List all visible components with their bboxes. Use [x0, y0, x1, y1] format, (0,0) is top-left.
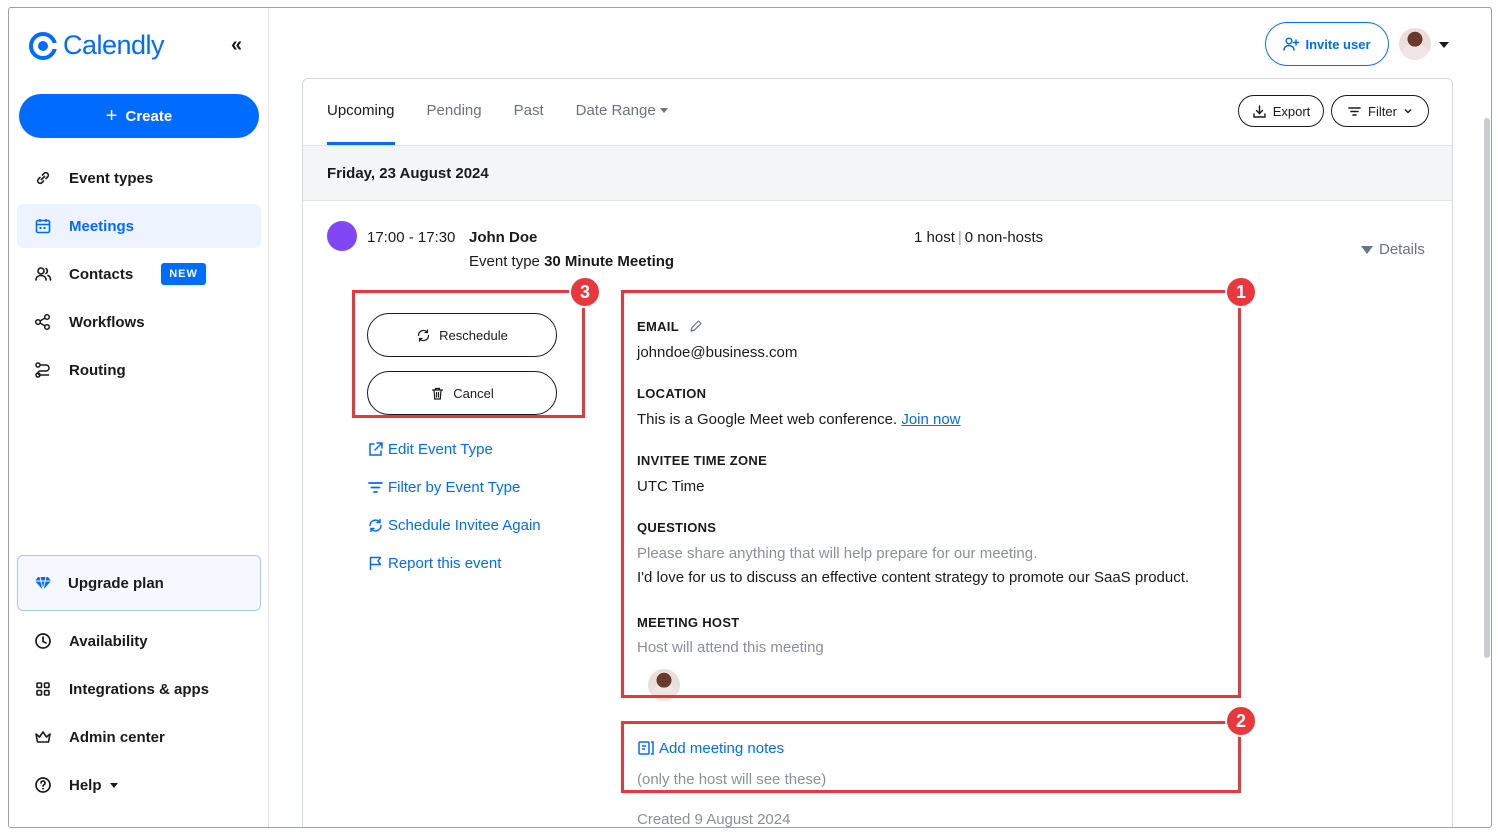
details-label: Details	[1379, 241, 1425, 258]
sidebar-item-label: Integrations & apps	[69, 680, 210, 698]
annotation-badge-2: 2	[1225, 705, 1257, 737]
report-event-link[interactable]: Report this event	[367, 555, 501, 572]
tab-label: Date Range	[575, 102, 656, 119]
sidebar-item-label: Admin center	[69, 728, 165, 746]
invitee-name: John Doe	[469, 229, 538, 246]
edit-event-type-link[interactable]: Edit Event Type	[367, 441, 493, 458]
tab-date-range[interactable]: Date Range	[576, 79, 668, 145]
event-type: Event type 30 Minute Meeting	[469, 253, 674, 270]
caret-down-icon	[659, 108, 668, 113]
page-scrollbar[interactable]	[1484, 118, 1490, 658]
chevron-down-icon	[1404, 109, 1412, 114]
calendly-logo[interactable]: Calendly	[29, 30, 165, 61]
link-label: Schedule Invitee Again	[388, 517, 541, 534]
new-badge: NEW	[161, 263, 206, 285]
event-type-name: 30 Minute Meeting	[544, 253, 675, 270]
account-menu-chevron-icon[interactable]	[1439, 42, 1449, 48]
app-window: Calendly « + Create Event types Meetings…	[8, 7, 1492, 828]
annotation-box-3	[352, 290, 585, 418]
sidebar-item-label: Contacts	[69, 265, 134, 283]
upgrade-plan-button[interactable]: Upgrade plan	[17, 555, 261, 611]
workflow-icon	[33, 312, 53, 332]
sidebar-item-label: Availability	[69, 632, 148, 650]
sidebar-item-label: Help	[69, 776, 102, 794]
tab-upcoming[interactable]: Upcoming	[327, 79, 395, 145]
calendly-logo-icon	[29, 31, 57, 60]
user-avatar[interactable]	[1399, 28, 1431, 60]
annotation-badge-3: 3	[569, 276, 601, 308]
external-link-icon	[369, 442, 383, 456]
filter-button[interactable]: Filter	[1331, 95, 1429, 127]
link-label: Filter by Event Type	[388, 479, 521, 496]
filter-icon	[368, 482, 383, 493]
create-button[interactable]: + Create	[19, 94, 259, 138]
export-button[interactable]: Export	[1238, 95, 1324, 127]
download-icon	[1253, 104, 1266, 118]
invite-user-button[interactable]: Invite user	[1265, 22, 1389, 66]
details-toggle[interactable]: Details	[1361, 241, 1425, 258]
upgrade-plan-label: Upgrade plan	[68, 574, 164, 592]
tab-past[interactable]: Past	[514, 79, 544, 145]
add-user-icon	[1283, 37, 1300, 51]
calendar-icon	[33, 216, 53, 236]
create-label: Create	[125, 107, 173, 125]
crown-icon	[33, 727, 53, 747]
contacts-icon	[33, 264, 53, 284]
schedule-invitee-again-link[interactable]: Schedule Invitee Again	[367, 517, 541, 534]
export-label: Export	[1272, 103, 1311, 119]
link-label: Report this event	[388, 555, 502, 572]
chevron-down-icon	[109, 782, 118, 788]
meeting-tabs: Upcoming Pending Past Date Range	[327, 79, 668, 145]
flag-icon	[369, 556, 382, 570]
brand-name: Calendly	[63, 30, 165, 60]
sidebar-item-routing[interactable]: Routing	[17, 348, 261, 392]
sidebar-item-label: Event types	[69, 169, 154, 187]
link-label: Edit Event Type	[388, 441, 493, 458]
sidebar-item-availability[interactable]: Availability	[17, 619, 261, 663]
filter-label: Filter	[1368, 103, 1397, 119]
filter-icon	[1348, 106, 1361, 116]
annotation-box-1	[621, 290, 1241, 698]
sidebar-item-meetings[interactable]: Meetings	[17, 204, 261, 248]
sidebar-item-admin-center[interactable]: Admin center	[17, 715, 261, 759]
sidebar-item-contacts[interactable]: Contacts NEW	[17, 252, 261, 296]
sidebar: Calendly « + Create Event types Meetings…	[9, 8, 269, 827]
help-icon	[33, 775, 53, 795]
non-hosts-count: 0 non-hosts	[964, 229, 1044, 246]
invite-user-label: Invite user	[1305, 36, 1371, 52]
event-color-dot	[327, 221, 357, 251]
hosts-separator: |	[957, 229, 962, 246]
tab-pending[interactable]: Pending	[427, 79, 482, 145]
hosts-count: 1 host	[914, 229, 955, 246]
grid-icon	[33, 679, 53, 699]
sidebar-item-integrations[interactable]: Integrations & apps	[17, 667, 261, 711]
sidebar-item-help[interactable]: Help	[17, 763, 261, 807]
filter-by-event-type-link[interactable]: Filter by Event Type	[367, 479, 520, 496]
annotation-badge-1: 1	[1225, 276, 1257, 308]
link-icon	[33, 168, 53, 188]
annotation-box-2	[621, 721, 1241, 793]
meeting-time: 17:00 - 17:30	[367, 229, 456, 246]
routing-icon	[33, 360, 53, 380]
sidebar-item-event-types[interactable]: Event types	[17, 156, 261, 200]
date-header: Friday, 23 August 2024	[303, 145, 1452, 201]
caret-down-icon	[1361, 245, 1373, 254]
refresh-icon	[369, 518, 382, 533]
hosts-summary: 1 host | 0 non-hosts	[914, 229, 1043, 246]
sidebar-item-label: Routing	[69, 361, 126, 379]
diamond-icon	[34, 574, 52, 592]
event-type-prefix: Event type	[469, 253, 540, 270]
clock-icon	[33, 631, 53, 651]
created-date: Created 9 August 2024	[637, 811, 791, 828]
sidebar-item-workflows[interactable]: Workflows	[17, 300, 261, 344]
sidebar-item-label: Meetings	[69, 217, 135, 235]
plus-icon: +	[105, 105, 118, 127]
sidebar-item-label: Workflows	[69, 313, 145, 331]
collapse-sidebar-icon[interactable]: «	[231, 34, 242, 57]
